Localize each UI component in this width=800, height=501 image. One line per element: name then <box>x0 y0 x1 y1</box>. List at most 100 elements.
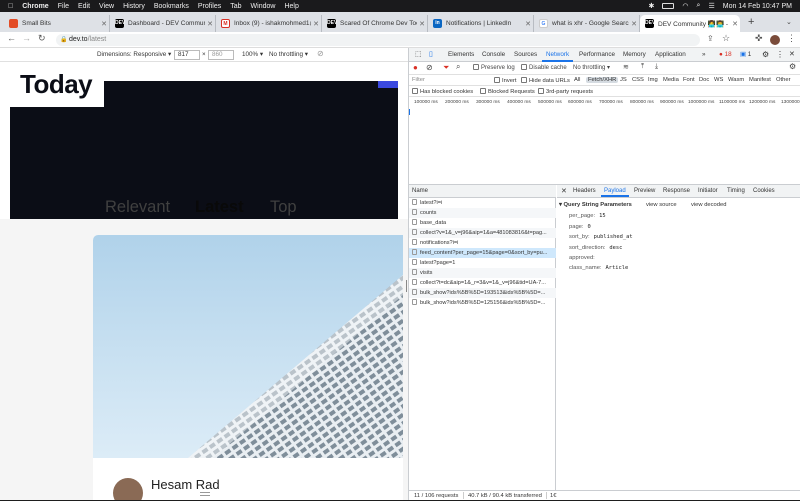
record-icon[interactable]: ● <box>413 63 418 72</box>
tab-performance[interactable]: Performance <box>579 51 615 58</box>
tab-linkedin[interactable]: in Notifications | LinkedIn ✕ <box>428 15 534 32</box>
tab-gmail-inbox[interactable]: M Inbox (9) - ishakmohmed1@ ✕ <box>216 15 322 32</box>
request-list-header[interactable]: Name <box>409 185 556 198</box>
close-icon[interactable]: ✕ <box>417 20 427 28</box>
request-row[interactable]: notifications?i=i <box>409 238 556 248</box>
third-party-requests-checkbox[interactable]: 3rd-party requests <box>538 88 593 95</box>
filter-type-css[interactable]: CSS <box>632 77 644 83</box>
network-overview-timeline[interactable]: 100000 ms 200000 ms 300000 ms 400000 ms … <box>409 97 800 185</box>
error-count-badge[interactable]: ● 18 <box>719 51 732 58</box>
request-row-selected[interactable]: feed_content?per_page=15&page=0&sort_by=… <box>409 248 556 258</box>
tab-elements[interactable]: Elements <box>448 51 474 58</box>
preserve-log-checkbox[interactable]: Preserve log <box>473 64 515 71</box>
extensions-puzzle-icon[interactable]: ✜ <box>755 33 763 44</box>
request-row[interactable]: bulk_show?ids%5B%5D=193513&ids%5B%5D=... <box>409 288 556 298</box>
view-source-link[interactable]: view source <box>646 202 677 208</box>
filter-type-media[interactable]: Media <box>663 77 679 83</box>
filter-type-all[interactable]: All <box>574 77 580 83</box>
menu-view[interactable]: View <box>99 3 114 10</box>
query-string-section-toggle[interactable]: ▾ Query String Parameters <box>559 202 632 208</box>
article-card[interactable]: Hesam Rad <box>93 235 403 500</box>
detail-tab-initiator[interactable]: Initiator <box>698 188 718 194</box>
filter-type-fetch-xhr[interactable]: Fetch/XHR <box>586 77 619 83</box>
tab-application[interactable]: Application <box>655 51 686 58</box>
export-har-icon[interactable]: ⤓ <box>655 63 658 71</box>
dimensions-dropdown[interactable]: Dimensions: Responsive ▾ <box>97 51 171 58</box>
more-options-icon[interactable]: ⋮ <box>776 50 784 59</box>
request-row[interactable]: counts <box>409 208 556 218</box>
menu-history[interactable]: History <box>123 3 145 10</box>
request-row[interactable]: bulk_show?ids%5B%5D=125156&ids%5B%5D=... <box>409 298 556 308</box>
wifi-icon[interactable]: ◠ <box>682 2 688 10</box>
tab-search-chevron-icon[interactable]: ⌄ <box>786 18 792 26</box>
bookmark-star-icon[interactable]: ☆ <box>722 33 730 44</box>
menu-chrome[interactable]: Chrome <box>22 3 48 10</box>
request-row[interactable]: visits <box>409 268 556 278</box>
rotate-icon[interactable]: ⊘ <box>317 49 324 58</box>
tab-sources[interactable]: Sources <box>514 51 537 58</box>
detail-tab-response[interactable]: Response <box>663 188 690 194</box>
filter-type-js[interactable]: JS <box>620 77 627 83</box>
close-icon[interactable]: ✕ <box>99 20 109 28</box>
hide-data-urls-checkbox[interactable]: Hide data URLs <box>521 77 570 84</box>
profile-avatar[interactable] <box>770 35 780 45</box>
share-icon[interactable]: ⇪ <box>707 34 714 43</box>
lock-icon[interactable]: 🔒 <box>60 34 67 46</box>
author-name[interactable]: Hesam Rad <box>151 477 220 492</box>
menu-help[interactable]: Help <box>284 3 298 10</box>
viewport-width-input[interactable]: 817 <box>174 50 200 60</box>
filter-type-ws[interactable]: WS <box>714 77 723 83</box>
import-har-icon[interactable]: ⤒ <box>641 63 644 71</box>
close-icon[interactable]: ✕ <box>311 20 321 28</box>
filter-funnel-icon[interactable]: ⏷ <box>443 63 449 73</box>
message-count-badge[interactable]: ▣ 1 <box>740 51 751 58</box>
throttle-dropdown[interactable]: No throttling ▾ <box>269 51 308 58</box>
close-devtools-icon[interactable]: ✕ <box>789 50 795 58</box>
forward-arrow-icon[interactable]: → <box>22 33 31 43</box>
wifi-conditions-icon[interactable]: ≋ <box>623 63 629 71</box>
zoom-dropdown[interactable]: 100% ▾ <box>242 51 263 58</box>
inspect-element-icon[interactable]: ⬚ <box>415 50 422 58</box>
request-row[interactable]: latest?page=1 <box>409 258 556 268</box>
request-row[interactable]: latest?i=i <box>409 198 556 208</box>
bluetooth-icon[interactable]: ✱ <box>649 2 655 10</box>
close-icon[interactable]: ✕ <box>730 20 740 28</box>
menu-profiles[interactable]: Profiles <box>198 3 221 10</box>
filter-type-other[interactable]: Other <box>776 77 791 83</box>
menu-window[interactable]: Window <box>251 3 276 10</box>
more-menu-icon[interactable]: ⋮ <box>787 33 796 44</box>
network-settings-gear-icon[interactable]: ⚙ <box>789 62 796 71</box>
request-row[interactable]: collect?t=dc&aip=1&_r=3&v=1&_v=j96&tid=U… <box>409 278 556 288</box>
disable-cache-checkbox[interactable]: Disable cache <box>521 64 567 71</box>
tab-console[interactable]: Console <box>482 51 505 58</box>
request-row[interactable]: base_data <box>409 218 556 228</box>
view-decoded-link[interactable]: view decoded <box>691 202 726 208</box>
feed-tab-top[interactable]: Top <box>270 198 297 217</box>
menu-bookmarks[interactable]: Bookmarks <box>154 3 189 10</box>
request-row[interactable]: collect?v=1&_v=j96&aip=1&a=481083816&t=p… <box>409 228 556 238</box>
tab-google-search[interactable]: G what is xhr - Google Search ✕ <box>534 15 640 32</box>
feed-tab-relevant[interactable]: Relevant <box>105 198 170 217</box>
clear-icon[interactable]: ⊘ <box>426 63 433 72</box>
close-icon[interactable]: ✕ <box>629 20 639 28</box>
search-icon[interactable]: ⌕ <box>697 2 701 10</box>
menu-file[interactable]: File <box>58 3 69 10</box>
filter-type-doc[interactable]: Doc <box>699 77 709 83</box>
tab-small-bits[interactable]: Small Bits ✕ <box>4 15 110 32</box>
tab-network[interactable]: Network <box>541 51 574 62</box>
close-icon[interactable]: ✕ <box>205 20 215 28</box>
close-detail-icon[interactable]: ✕ <box>561 187 567 195</box>
network-throttle-dropdown[interactable]: No throttling ▾ <box>573 64 610 71</box>
detail-tab-payload[interactable]: Payload <box>601 188 629 197</box>
reload-icon[interactable]: ↻ <box>38 33 46 44</box>
apple-icon[interactable]:  <box>8 3 13 10</box>
has-blocked-cookies-checkbox[interactable]: Has blocked cookies <box>412 88 473 95</box>
detail-tab-headers[interactable]: Headers <box>573 188 596 194</box>
battery-icon[interactable] <box>662 3 675 9</box>
resize-handle[interactable] <box>200 492 210 496</box>
settings-gear-icon[interactable]: ⚙ <box>762 50 769 59</box>
search-icon[interactable]: ⌕ <box>456 62 460 72</box>
filter-input[interactable]: Filter <box>412 77 425 83</box>
tab-memory[interactable]: Memory <box>623 51 646 58</box>
control-center-icon[interactable]: ☰ <box>708 2 714 10</box>
